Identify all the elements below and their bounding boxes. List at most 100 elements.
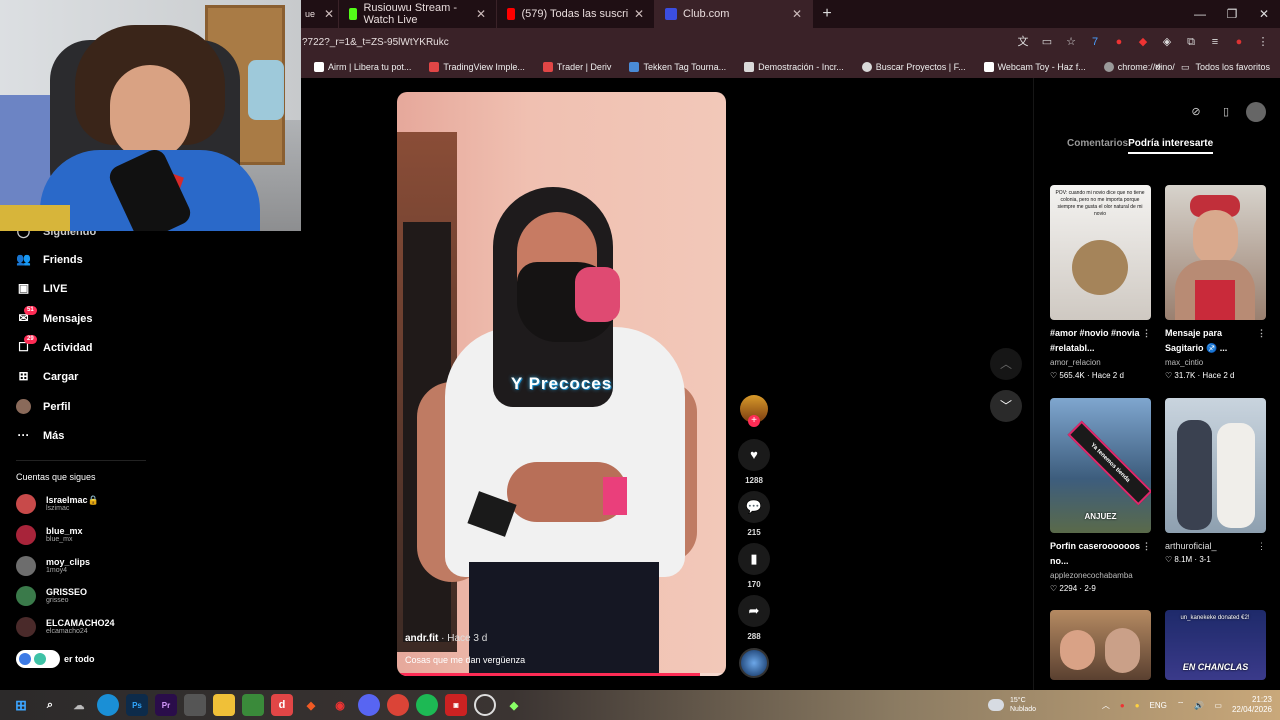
weather-widget[interactable]: 15°C Nublado xyxy=(988,690,1036,720)
bookmark-item[interactable]: Tekken Tag Tourna... xyxy=(629,62,726,72)
browser-tab-active[interactable]: Club.com ✕ xyxy=(655,0,813,28)
sidebar-item-friends[interactable]: 👥 Friends xyxy=(16,252,83,267)
obs-icon[interactable] xyxy=(474,694,496,716)
see-all-link[interactable]: er todo xyxy=(16,650,95,668)
sidebar-item-messages[interactable]: ✉ 51 Mensajes xyxy=(16,306,93,326)
maximize-icon[interactable]: ❐ xyxy=(1216,0,1248,28)
premiere-icon[interactable]: Pr xyxy=(155,694,177,716)
recommended-video-card[interactable] xyxy=(1050,610,1151,680)
all-bookmarks-label[interactable]: Todos los favoritos xyxy=(1195,62,1270,72)
video-author[interactable]: andr.fit · Hace 3 d xyxy=(405,633,487,644)
sidebar-item-more[interactable]: ··· Más xyxy=(16,428,65,443)
tray-chevron-icon[interactable]: ︿ xyxy=(1102,700,1110,711)
windows-start-icon[interactable]: ⊞ xyxy=(10,694,32,716)
bookmark-item[interactable]: Trader | Deriv xyxy=(542,62,611,72)
bookmark-item[interactable]: Demostración - Incr... xyxy=(744,62,844,72)
recommended-video-card[interactable]: arthuroficial_ ⋮ ♡ 8.1M · 3-1 xyxy=(1165,398,1266,566)
close-window-icon[interactable]: ✕ xyxy=(1248,0,1280,28)
video-progress-bar[interactable] xyxy=(397,673,726,676)
photoshop-icon[interactable]: Ps xyxy=(126,694,148,716)
following-account[interactable]: moy_clips 1moy4 xyxy=(16,556,90,576)
app-icon[interactable]: ▣ xyxy=(445,694,467,716)
following-account[interactable]: GRISSEO grisseo xyxy=(16,586,87,606)
recommended-video-card[interactable]: POV: cuando mi novio dice que no tiene c… xyxy=(1050,185,1151,382)
extension-icon[interactable]: ◈ xyxy=(1160,35,1174,49)
music-disc-icon[interactable] xyxy=(739,648,769,678)
url-input[interactable]: ?722?_r=1&_t=ZS-95lWtYKRukc xyxy=(302,37,449,48)
sidebar-item-profile[interactable]: Perfil xyxy=(16,399,71,414)
extension-icon[interactable]: 7 xyxy=(1088,35,1102,49)
minecraft-icon[interactable] xyxy=(242,694,264,716)
tab-comments[interactable]: Comentarios xyxy=(1067,138,1128,154)
share-button[interactable]: ➦ xyxy=(738,595,770,627)
app-icon[interactable]: ◉ xyxy=(329,694,351,716)
save-button[interactable]: ▮ xyxy=(738,543,770,575)
close-tab-icon[interactable]: ✕ xyxy=(634,7,644,21)
video-player[interactable]: Y Precoces andr.fit · Hace 3 d Cosas que… xyxy=(397,92,726,676)
more-options-icon[interactable]: ⋮ xyxy=(1142,539,1151,554)
user-avatar[interactable] xyxy=(1246,102,1266,122)
sidebar-item-upload[interactable]: ⊞ Cargar xyxy=(16,369,78,384)
bookmark-item[interactable]: TradingView Imple... xyxy=(429,62,525,72)
more-options-icon[interactable]: ⋮ xyxy=(1257,539,1266,554)
like-button[interactable]: ♥ xyxy=(738,439,770,471)
chrome-icon[interactable] xyxy=(387,694,409,716)
wifi-icon[interactable]: ⌔ xyxy=(1177,700,1185,710)
bookmark-item[interactable]: Airm | Libera tu pot... xyxy=(314,62,411,72)
tab-recommended[interactable]: Podría interesarte xyxy=(1128,138,1214,154)
extension-icon[interactable]: ◆ xyxy=(1136,35,1150,49)
extensions-puzzle-icon[interactable]: ⧉ xyxy=(1184,35,1198,49)
recommended-video-card[interactable]: Mensaje para Sagitario ♐ ... ⋮ max_cintio… xyxy=(1165,185,1266,382)
kebab-menu-icon[interactable]: ⋮ xyxy=(1256,35,1270,49)
comment-button[interactable]: 💬 xyxy=(738,491,770,523)
app-icon[interactable]: ◆ xyxy=(503,694,525,716)
previous-video-button[interactable]: ︿ xyxy=(990,348,1022,380)
edge-icon[interactable] xyxy=(97,694,119,716)
menu-list-icon[interactable]: ≡ xyxy=(1208,35,1222,49)
store-icon[interactable] xyxy=(184,694,206,716)
tray-app-icon[interactable]: ● xyxy=(1135,701,1140,710)
phone-icon[interactable]: ▯ xyxy=(1216,102,1236,122)
brave-icon[interactable]: ◆ xyxy=(300,694,322,716)
browser-tab[interactable]: ue ✕ xyxy=(301,0,339,28)
following-account[interactable]: blue_mx blue_mx xyxy=(16,525,83,545)
follow-plus-icon[interactable]: + xyxy=(748,415,760,427)
discord-icon[interactable] xyxy=(358,694,380,716)
tray-app-icon[interactable]: ● xyxy=(1120,701,1125,710)
file-explorer-icon[interactable] xyxy=(213,694,235,716)
bookmark-item[interactable]: Buscar Proyectos | F... xyxy=(861,62,966,72)
next-video-button[interactable]: ﹀ xyxy=(990,390,1022,422)
bookmark-star-icon[interactable]: ☆ xyxy=(1064,35,1078,49)
close-tab-icon[interactable]: ✕ xyxy=(792,7,802,21)
bookmarks-overflow-icon[interactable]: » xyxy=(1155,61,1161,73)
bookmark-label: Webcam Toy - Haz f... xyxy=(997,62,1086,72)
minimize-icon[interactable]: — xyxy=(1184,0,1216,28)
sidebar-item-live[interactable]: ▣ LIVE xyxy=(16,281,68,296)
sidebar-item-activity[interactable]: ☐ 29 Actividad xyxy=(16,335,93,355)
bookmark-item[interactable]: Webcam Toy - Haz f... xyxy=(983,62,1086,72)
recommended-video-card[interactable]: un_kanekeke donated €2! EN CHANCLAS xyxy=(1165,610,1266,680)
battery-icon[interactable]: ▭ xyxy=(1214,701,1222,710)
following-account[interactable]: ELCAMACHO24 elcamacho24 xyxy=(16,617,115,637)
browser-tab[interactable]: (579) Todas las suscripciones - ✕ xyxy=(497,0,655,28)
search-icon[interactable]: ⌕ xyxy=(39,694,61,716)
extension-icon[interactable]: ● xyxy=(1112,35,1126,49)
more-options-icon[interactable]: ⋮ xyxy=(1142,326,1151,341)
close-tab-icon[interactable]: ✕ xyxy=(324,7,334,21)
app-icon[interactable]: ☁ xyxy=(68,694,90,716)
language-indicator[interactable]: ENG xyxy=(1150,701,1167,710)
spotify-icon[interactable] xyxy=(416,694,438,716)
compass-icon[interactable]: ⊘ xyxy=(1186,102,1206,122)
browser-tab[interactable]: Rusiouwu Stream - Watch Live ✕ xyxy=(339,0,497,28)
profile-avatar-icon[interactable]: ● xyxy=(1232,35,1246,49)
volume-icon[interactable]: 🔊 xyxy=(1194,701,1204,710)
recommended-video-card[interactable]: Ya tenemos tienda ANJUEZ Porfin caserooo… xyxy=(1050,398,1151,595)
app-icon[interactable]: d xyxy=(271,694,293,716)
translate-icon[interactable]: 文 xyxy=(1016,35,1030,49)
new-tab-button[interactable]: + xyxy=(813,5,841,23)
cast-icon[interactable]: ▭ xyxy=(1040,35,1054,49)
following-account[interactable]: Israelmac🔒 lszimac xyxy=(16,494,99,514)
more-options-icon[interactable]: ⋮ xyxy=(1257,326,1266,341)
clock[interactable]: 21:23 22/04/2026 xyxy=(1232,695,1272,715)
close-tab-icon[interactable]: ✕ xyxy=(476,7,486,21)
